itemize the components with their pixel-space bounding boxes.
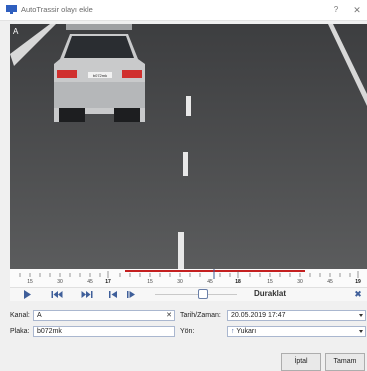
help-button[interactable]: ?	[330, 4, 342, 16]
play-icon[interactable]	[20, 289, 34, 300]
tick-label: 15	[267, 279, 273, 285]
svg-text:b072mk: b072mk	[93, 73, 107, 78]
speed-slider-thumb[interactable]	[198, 289, 208, 299]
skip-start-icon[interactable]	[50, 289, 64, 300]
timeline-ticks	[19, 269, 359, 279]
playback-status: Duraklat	[254, 289, 287, 298]
camera-label: A	[13, 27, 19, 36]
tick-label: 45	[87, 279, 93, 285]
channel-label: Kanal:	[10, 312, 30, 319]
tick-label: 45	[207, 279, 213, 285]
channel-field[interactable]: A ✕	[33, 310, 175, 321]
clear-channel-icon[interactable]: ✕	[166, 311, 172, 320]
video-frame[interactable]: b072mk A	[10, 24, 367, 269]
skip-end-icon[interactable]	[80, 289, 94, 300]
direction-value: Yukarı	[236, 328, 257, 335]
tick-label: 30	[57, 279, 63, 285]
speed-slider-track[interactable]	[155, 294, 237, 295]
tick-label-hour: 18	[235, 279, 241, 285]
tick-label-hour: 19	[355, 279, 361, 285]
tick-label: 30	[297, 279, 303, 285]
step-forward-icon[interactable]	[124, 289, 138, 300]
tick-label: 15	[27, 279, 33, 285]
tick-label-hour: 17	[105, 279, 111, 285]
playback-controls: Duraklat ✖	[10, 288, 367, 301]
lane-dash	[178, 232, 184, 269]
lane-dash	[183, 152, 188, 176]
close-button[interactable]: ✕	[351, 4, 363, 16]
plate-value: b072mk	[37, 328, 62, 335]
plate-label: Plaka:	[10, 328, 30, 335]
datetime-value: 20.05.2019 17:47	[231, 312, 286, 319]
ok-button[interactable]: Tamam	[325, 353, 365, 371]
step-back-icon[interactable]	[106, 289, 120, 300]
lane-dash	[186, 96, 191, 116]
timeline[interactable]: 15 30 45 17 15 30 45 18 15 30 45 19	[10, 269, 367, 288]
chevron-down-icon[interactable]	[359, 314, 363, 317]
app-icon	[6, 5, 17, 14]
tick-label: 45	[327, 279, 333, 285]
title-bar: AutoTrassir olayı ekle ? ✕	[0, 0, 367, 21]
selected-range	[125, 270, 305, 272]
direction-label: Yön:	[180, 328, 195, 335]
direction-select[interactable]: ↑ Yukarı	[227, 326, 366, 337]
road-scene: b072mk	[10, 24, 367, 269]
datetime-field[interactable]: 20.05.2019 17:47	[227, 310, 366, 321]
window-title: AutoTrassir olayı ekle	[21, 5, 93, 14]
arrow-up-icon: ↑	[231, 328, 235, 335]
chevron-down-icon[interactable]	[359, 330, 363, 333]
plate-field[interactable]: b072mk	[33, 326, 175, 337]
datetime-label: Tarih/Zaman:	[180, 312, 221, 319]
tick-label: 30	[177, 279, 183, 285]
cancel-button[interactable]: İptal	[281, 353, 321, 371]
tick-label: 15	[147, 279, 153, 285]
clear-icon[interactable]: ✖	[352, 288, 364, 300]
channel-value: A	[37, 312, 42, 319]
